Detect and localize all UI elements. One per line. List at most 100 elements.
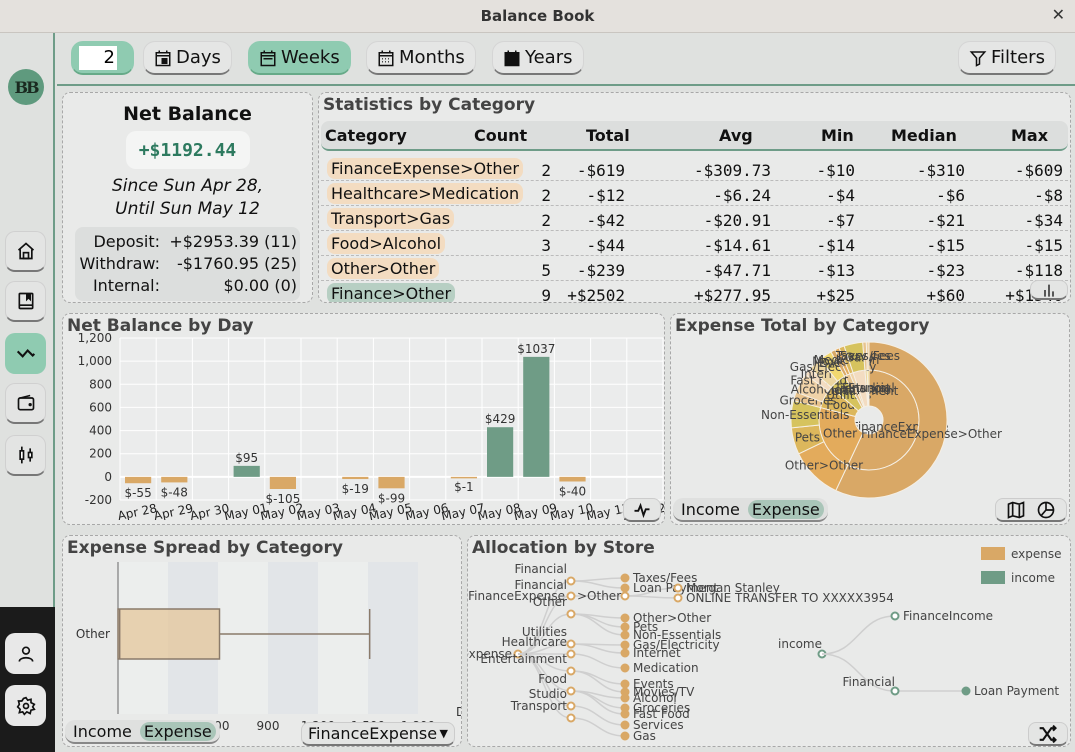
tree-link (821, 615, 896, 655)
tree-link (570, 717, 626, 737)
spread-expense-option[interactable]: Expense (139, 721, 216, 741)
sidebar-item-candles[interactable] (5, 435, 46, 476)
legend-swatch (981, 571, 1005, 584)
income-expense-toggle[interactable]: Income Expense (673, 498, 828, 522)
bar-data-label: $-48 (161, 485, 188, 499)
category-cell: Finance>Other (327, 283, 456, 302)
bar[interactable] (161, 476, 188, 483)
sidebar-item-wallet[interactable] (5, 383, 46, 424)
close-icon[interactable]: ✕ (1052, 5, 1065, 24)
sidebar-item-ledger[interactable] (5, 281, 46, 322)
box[interactable] (117, 608, 221, 660)
bar[interactable] (487, 427, 514, 477)
income-group-node[interactable] (890, 611, 900, 621)
sidebar-item-home[interactable] (5, 231, 46, 272)
category-select[interactable]: FinanceExpense ▼ (301, 722, 455, 746)
col-avg[interactable]: Avg (719, 126, 753, 145)
expense-option[interactable]: Expense (747, 499, 824, 519)
shuffle-button[interactable] (1028, 722, 1068, 746)
x-tick-label: 900 (257, 719, 280, 733)
expense-leaf-node[interactable] (620, 640, 630, 650)
bar-data-label: $429 (485, 412, 516, 426)
stats-row[interactable]: FinanceExpense>Other 2 -$619 -$309.73 -$10 -$… (321, 156, 1068, 181)
income-leaf-node[interactable] (961, 686, 971, 696)
expense-group-node[interactable] (566, 649, 576, 659)
store-node[interactable] (673, 583, 683, 593)
sidebar-item-settings[interactable] (5, 685, 46, 726)
expense-leaf-node[interactable] (620, 709, 630, 719)
bar[interactable] (125, 476, 152, 484)
net-balance-panel: Net Balance +$1192.44 Since Sun Apr 28, … (62, 92, 313, 303)
months-button[interactable]: Months (366, 41, 476, 75)
expense-leaf-node[interactable] (620, 622, 630, 632)
col-total[interactable]: Total (586, 126, 630, 145)
sidebar-item-profile[interactable] (5, 633, 46, 674)
col-max[interactable]: Max (1011, 126, 1048, 145)
income-option[interactable]: Income (677, 500, 744, 519)
expense-subgroup-node[interactable] (620, 591, 630, 601)
weeks-button[interactable]: Weeks (248, 41, 351, 75)
expense-leaf-node[interactable] (620, 583, 630, 593)
stats-table-header: Category Count Total Avg Min Median Max (321, 121, 1068, 151)
expense-leaf-node[interactable] (620, 679, 630, 689)
expense-group-node[interactable] (566, 666, 576, 676)
avg-cell: -$309.73 (693, 161, 771, 180)
spread-income-option[interactable]: Income (69, 722, 136, 741)
pie-chart-icon[interactable] (1036, 500, 1056, 520)
expense-leaf-node[interactable] (620, 613, 630, 623)
bar[interactable] (342, 476, 369, 480)
expense-leaf-node[interactable] (620, 663, 630, 673)
expense-leaf-node[interactable] (620, 720, 630, 730)
expense-group-node[interactable] (566, 591, 576, 601)
expense-group-node[interactable] (566, 639, 576, 649)
statistics-panel: Statistics by Category Category Count To… (318, 92, 1071, 303)
col-category[interactable]: Category (325, 126, 407, 145)
stats-row[interactable]: Other>Other 5 -$239 -$47.71 -$13 -$23 -$118 (321, 256, 1068, 281)
bar[interactable] (269, 476, 296, 490)
col-min[interactable]: Min (821, 126, 854, 145)
months-label: Months (399, 47, 465, 68)
expense-group-node[interactable] (566, 609, 576, 619)
stats-row[interactable]: Healthcare>Medication 2 -$12 -$6.24 -$4 -$6 -$… (321, 181, 1068, 206)
expense-group-node[interactable] (566, 686, 576, 696)
chart-type-button[interactable] (623, 498, 661, 522)
expense-group-node[interactable] (566, 701, 576, 711)
income-root-label: income (778, 637, 822, 651)
period-count-control[interactable] (71, 41, 134, 75)
sidebar-item-trends[interactable] (5, 333, 46, 374)
days-button[interactable]: Days (143, 41, 232, 75)
bar[interactable] (523, 356, 550, 477)
expense-leaf-node[interactable] (620, 648, 630, 658)
bar[interactable] (233, 465, 260, 477)
plot-area (120, 338, 663, 500)
expense-group-node[interactable] (566, 713, 576, 723)
map-icon[interactable] (1006, 500, 1026, 520)
expense-group-node[interactable] (566, 576, 576, 586)
stats-row[interactable]: Transport>Gas 2 -$42 -$20.91 -$7 -$21 -$34 (321, 206, 1068, 231)
years-button[interactable]: Years (492, 41, 584, 75)
bar[interactable] (450, 476, 477, 479)
gear-icon (16, 696, 36, 716)
stats-row[interactable]: Finance>Other9+$2502+$277.95+$25+$60+$15… (321, 281, 1068, 302)
expense-sunburst-chart: FinanceExpenseOtherFoodUtilitiesEntertai… (761, 341, 1002, 499)
count-cell: 3 (541, 236, 551, 255)
bar-data-label: $95 (235, 451, 258, 465)
filters-button[interactable]: Filters (958, 41, 1056, 75)
expense-leaf-node[interactable] (620, 573, 630, 583)
expense-leaf-node[interactable] (620, 731, 630, 741)
store-node[interactable] (673, 593, 683, 603)
col-count[interactable]: Count (474, 126, 527, 145)
bar[interactable] (378, 476, 405, 489)
expense-leaf-node[interactable] (620, 693, 630, 703)
col-median[interactable]: Median (891, 126, 957, 145)
median-cell: -$23 (926, 261, 965, 280)
count-cell: 2 (541, 211, 551, 230)
expense-leaf-node[interactable] (620, 630, 630, 640)
period-count-input[interactable] (79, 45, 117, 70)
spread-income-expense-toggle[interactable]: Income Expense (65, 720, 220, 744)
tree-link (570, 690, 626, 709)
allocation-panel: Allocation by Store expenseincomeexpense… (467, 535, 1071, 747)
bar[interactable] (559, 476, 586, 482)
stats-row[interactable]: Food>Alcohol 3 -$44 -$14.61 -$14 -$15 -$15 (321, 231, 1068, 256)
chart-toggle-button[interactable] (1030, 280, 1068, 300)
